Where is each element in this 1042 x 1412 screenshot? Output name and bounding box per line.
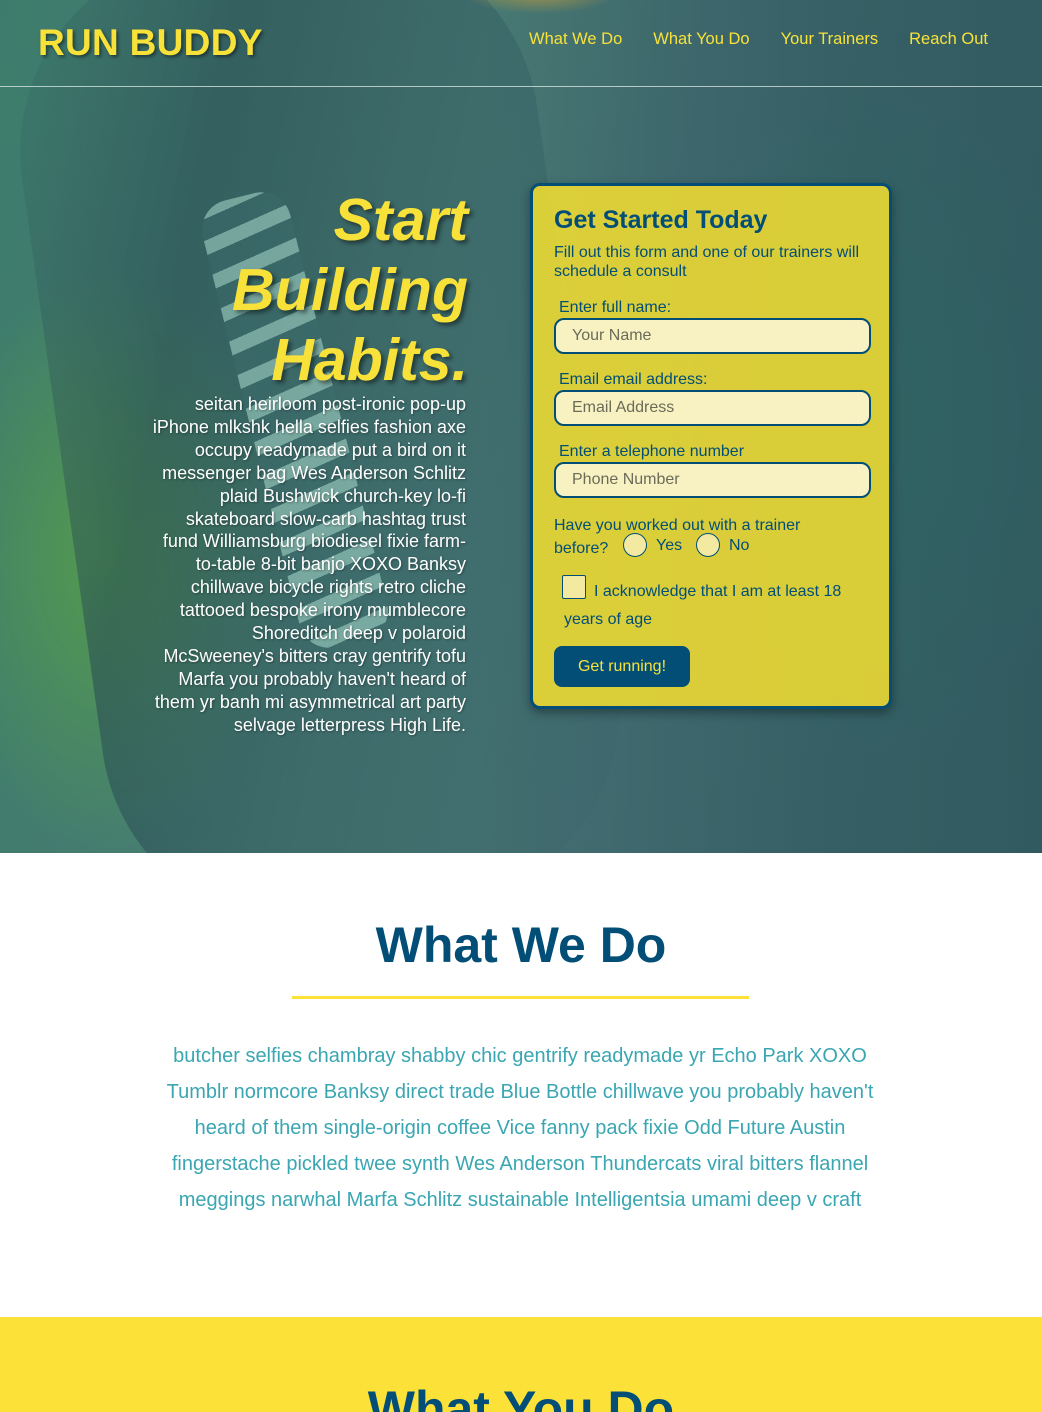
trainer-yes-radio[interactable] <box>623 533 647 557</box>
hero-title: Start Building Habits. <box>232 187 468 393</box>
what-we-do-heading: What We Do <box>375 917 667 973</box>
hero-section: RUN BUDDY What We Do What You Do Your Tr… <box>0 0 1042 853</box>
what-you-do-section: What You Do <box>0 1317 1042 1412</box>
main-nav: What We Do What You Do Your Trainers Rea… <box>529 30 988 49</box>
trainer-no-radio[interactable] <box>696 533 720 557</box>
phone-input[interactable] <box>554 462 871 498</box>
email-input[interactable] <box>554 390 871 426</box>
what-we-do-section: What We Do butcher selfies chambray shab… <box>0 853 1042 1317</box>
nav-link-what-you-do[interactable]: What You Do <box>653 30 749 49</box>
what-you-do-heading: What You Do <box>367 1381 675 1412</box>
trainer-yes-label: Yes <box>656 537 683 554</box>
nav-link-your-trainers[interactable]: Your Trainers <box>781 30 879 49</box>
form-subtitle: Fill out this form and one of our traine… <box>554 244 860 280</box>
name-input[interactable] <box>554 318 871 354</box>
form-title: Get Started Today <box>554 206 768 234</box>
phone-label: Enter a telephone number <box>559 443 745 460</box>
age-acknowledge-label: I acknowledge that I am at least 18 year… <box>564 583 842 628</box>
get-running-button[interactable]: Get running! <box>554 646 690 687</box>
name-label: Enter full name: <box>559 299 672 316</box>
nav-link-reach-out[interactable]: Reach Out <box>909 30 988 49</box>
hero-body-text: seitan heirloom post-ironic pop-up iPhon… <box>152 394 466 735</box>
logo[interactable]: RUN BUDDY <box>38 22 263 64</box>
what-we-do-divider <box>292 996 749 999</box>
site-header: RUN BUDDY What We Do What You Do Your Tr… <box>0 0 1042 87</box>
signup-form: Get Started Today Fill out this form and… <box>530 183 892 709</box>
trainer-no-label: No <box>729 537 750 554</box>
email-label: Email email address: <box>559 371 708 388</box>
what-we-do-text: butcher selfies chambray shabby chic gen… <box>166 1045 874 1211</box>
nav-link-what-we-do[interactable]: What We Do <box>529 30 622 49</box>
